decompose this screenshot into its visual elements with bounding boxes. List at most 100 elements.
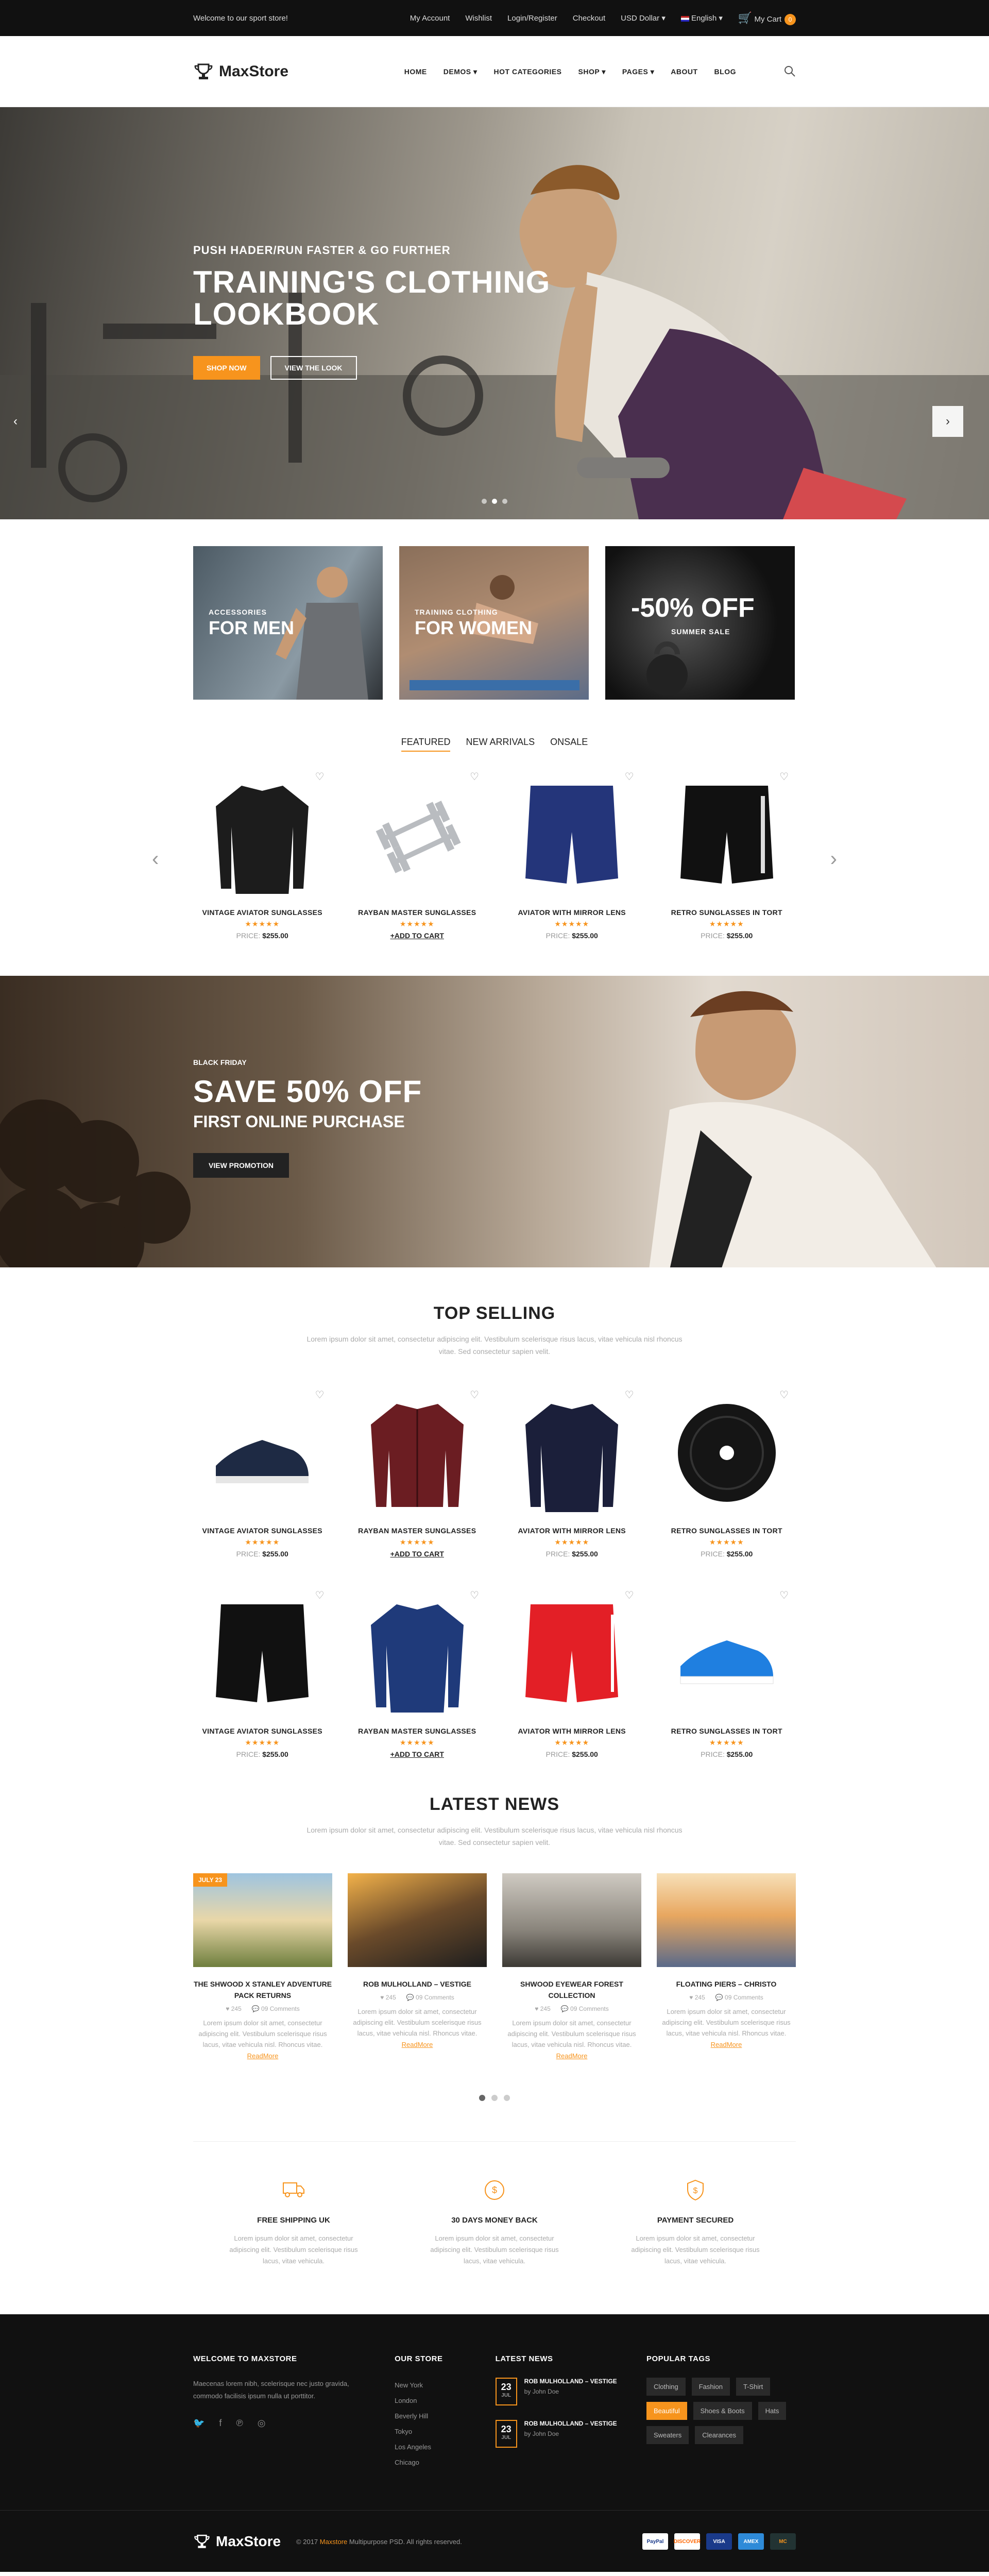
nav-blog[interactable]: BLOG — [714, 67, 736, 76]
news-title[interactable]: SHWOOD EYEWEAR FOREST COLLECTION — [502, 1978, 641, 2001]
banner-sale[interactable]: -50% OFF SUMMER SALE — [605, 546, 795, 700]
wishlist-heart-icon[interactable]: ♡ — [315, 1589, 325, 1602]
product-name[interactable]: RETRO SUNGLASSES IN TORT — [658, 1527, 796, 1535]
news-title[interactable]: THE SHWOOD X STANLEY ADVENTURE PACK RETU… — [193, 1978, 332, 2001]
tag-fashion[interactable]: Fashion — [691, 2378, 730, 2396]
featured-prev-arrow[interactable]: ‹ — [152, 848, 159, 871]
nav-hot-categories[interactable]: HOT CATEGORIES — [494, 67, 562, 76]
tag-shoes-boots[interactable]: Shoes & Boots — [693, 2402, 752, 2420]
wishlist-heart-icon[interactable]: ♡ — [315, 770, 325, 783]
product-name[interactable]: RAYBAN MASTER SUNGLASSES — [348, 908, 487, 917]
news-card[interactable]: FLOATING PIERS – CHRISTO ♥ 245 💬 09 Comme… — [657, 1873, 796, 2061]
news-dot[interactable] — [479, 2095, 485, 2101]
news-dot[interactable] — [491, 2095, 498, 2101]
read-more-link[interactable]: ReadMore — [247, 2052, 279, 2060]
tag-sweaters[interactable]: Sweaters — [646, 2426, 689, 2444]
product-name[interactable]: VINTAGE AVIATOR SUNGLASSES — [193, 908, 332, 917]
banner-for-women[interactable]: TRAINING CLOTHING FOR WOMEN — [399, 546, 589, 700]
add-to-cart-button[interactable]: +ADD TO CART — [348, 931, 487, 940]
cart-button[interactable]: 🛒 My Cart 0 — [738, 11, 796, 25]
wishlist-heart-icon[interactable]: ♡ — [779, 770, 789, 783]
tag-beautiful[interactable]: Beautiful — [646, 2402, 687, 2420]
login-register-link[interactable]: Login/Register — [507, 14, 557, 23]
product-name[interactable]: AVIATOR WITH MIRROR LENS — [503, 1727, 641, 1735]
product-card[interactable]: ♡ RETRO SUNGLASSES IN TORT ★★★★★ PRICE: … — [658, 1589, 796, 1758]
footer-news-title-text[interactable]: ROB MULHOLLAND – VESTIGE — [524, 2378, 617, 2385]
news-image[interactable] — [348, 1873, 487, 1967]
tag-clothing[interactable]: Clothing — [646, 2378, 686, 2396]
store-link[interactable]: Chicago — [395, 2455, 496, 2470]
search-icon[interactable] — [783, 65, 796, 79]
nav-shop[interactable]: SHOP ▾ — [578, 67, 606, 76]
nav-pages[interactable]: PAGES ▾ — [622, 67, 654, 76]
wishlist-link[interactable]: Wishlist — [465, 14, 492, 23]
store-link[interactable]: Beverly Hill — [395, 2409, 496, 2424]
product-name[interactable]: RETRO SUNGLASSES IN TORT — [658, 1727, 796, 1735]
store-link[interactable]: London — [395, 2393, 496, 2409]
site-logo[interactable]: MaxStore — [193, 61, 288, 82]
read-more-link[interactable]: ReadMore — [711, 2041, 742, 2048]
product-card[interactable]: ♡ RAYBAN MASTER SUNGLASSES ★★★★★ +ADD TO… — [348, 1589, 487, 1758]
copyright-brand[interactable]: Maxstore — [320, 2538, 347, 2546]
footer-news-item[interactable]: 23 JUL ROB MULHOLLAND – VESTIGE by John Do… — [495, 2378, 646, 2405]
product-card[interactable]: ♡ RAYBAN MASTER SUNGLASSES ★★★★★ +ADD TO… — [348, 770, 487, 940]
hero-prev-arrow[interactable]: ‹ — [0, 406, 31, 437]
news-card[interactable]: SHWOOD EYEWEAR FOREST COLLECTION ♥ 245 💬 … — [502, 1873, 641, 2061]
store-link[interactable]: Los Angeles — [395, 2439, 496, 2455]
news-title[interactable]: ROB MULHOLLAND – VESTIGE — [348, 1978, 487, 1990]
tab-new-arrivals[interactable]: NEW ARRIVALS — [466, 737, 535, 752]
tab-featured[interactable]: FEATURED — [401, 737, 451, 752]
news-card[interactable]: ROB MULHOLLAND – VESTIGE ♥ 245 💬 09 Comme… — [348, 1873, 487, 2061]
currency-select[interactable]: USD Dollar ▾ — [621, 13, 666, 23]
add-to-cart-button[interactable]: +ADD TO CART — [348, 1750, 487, 1758]
add-to-cart-button[interactable]: +ADD TO CART — [348, 1550, 487, 1558]
wishlist-heart-icon[interactable]: ♡ — [625, 1388, 634, 1401]
product-card[interactable]: ♡ VINTAGE AVIATOR SUNGLASSES ★★★★★ PRICE… — [193, 1388, 332, 1558]
store-link[interactable]: Tokyo — [395, 2424, 496, 2439]
news-title[interactable]: FLOATING PIERS – CHRISTO — [657, 1978, 796, 1990]
product-card[interactable]: ♡ AVIATOR WITH MIRROR LENS ★★★★★ PRICE: … — [503, 1388, 641, 1558]
nav-about[interactable]: ABOUT — [671, 67, 697, 76]
product-name[interactable]: RETRO SUNGLASSES IN TORT — [658, 908, 796, 917]
tag-hats[interactable]: Hats — [758, 2402, 787, 2420]
hero-dot[interactable] — [482, 499, 487, 504]
wishlist-heart-icon[interactable]: ♡ — [779, 1589, 789, 1602]
my-account-link[interactable]: My Account — [410, 14, 450, 23]
store-link[interactable]: New York — [395, 2378, 496, 2393]
read-more-link[interactable]: ReadMore — [402, 2041, 433, 2048]
news-card[interactable]: JULY 23 THE SHWOOD X STANLEY ADVENTURE P… — [193, 1873, 332, 2061]
featured-next-arrow[interactable]: › — [830, 848, 837, 871]
product-name[interactable]: AVIATOR WITH MIRROR LENS — [503, 1527, 641, 1535]
read-more-link[interactable]: ReadMore — [556, 2052, 588, 2060]
product-card[interactable]: ♡ RAYBAN MASTER SUNGLASSES ★★★★★ +ADD TO… — [348, 1388, 487, 1558]
pinterest-icon[interactable]: ℗ — [236, 2418, 243, 2429]
banner-for-men[interactable]: ACCESSORIES FOR MEN — [193, 546, 383, 700]
news-image[interactable] — [502, 1873, 641, 1967]
hero-dot[interactable] — [502, 499, 507, 504]
news-image[interactable] — [657, 1873, 796, 1967]
nav-demos[interactable]: DEMOS ▾ — [444, 67, 478, 76]
tab-onsale[interactable]: ONSALE — [550, 737, 588, 752]
shop-now-button[interactable]: SHOP NOW — [193, 356, 260, 380]
product-name[interactable]: VINTAGE AVIATOR SUNGLASSES — [193, 1727, 332, 1735]
product-card[interactable]: ♡ RETRO SUNGLASSES IN TORT ★★★★★ PRICE: … — [658, 770, 796, 940]
product-card[interactable]: ♡ AVIATOR WITH MIRROR LENS ★★★★★ PRICE: … — [503, 1589, 641, 1758]
product-name[interactable]: RAYBAN MASTER SUNGLASSES — [348, 1527, 487, 1535]
product-card[interactable]: ♡ AVIATOR WITH MIRROR LENS ★★★★★ PRICE: … — [503, 770, 641, 940]
wishlist-heart-icon[interactable]: ♡ — [470, 770, 479, 783]
product-card[interactable]: ♡ RETRO SUNGLASSES IN TORT ★★★★★ PRICE: … — [658, 1388, 796, 1558]
hero-next-arrow[interactable]: › — [932, 406, 963, 437]
facebook-icon[interactable]: f — [219, 2418, 221, 2429]
product-name[interactable]: RAYBAN MASTER SUNGLASSES — [348, 1727, 487, 1735]
wishlist-heart-icon[interactable]: ♡ — [779, 1388, 789, 1401]
tag-tshirt[interactable]: T-Shirt — [736, 2378, 771, 2396]
nav-home[interactable]: HOME — [404, 67, 427, 76]
twitter-icon[interactable]: 🐦 — [193, 2418, 204, 2429]
hero-dot[interactable] — [492, 499, 497, 504]
instagram-icon[interactable]: ◎ — [258, 2418, 266, 2429]
wishlist-heart-icon[interactable]: ♡ — [625, 770, 634, 783]
news-dot[interactable] — [504, 2095, 510, 2101]
product-card[interactable]: ♡ VINTAGE AVIATOR SUNGLASSES ★★★★★ PRICE… — [193, 770, 332, 940]
view-promotion-button[interactable]: VIEW PROMOTION — [193, 1153, 289, 1178]
tag-clearances[interactable]: Clearances — [695, 2426, 743, 2444]
